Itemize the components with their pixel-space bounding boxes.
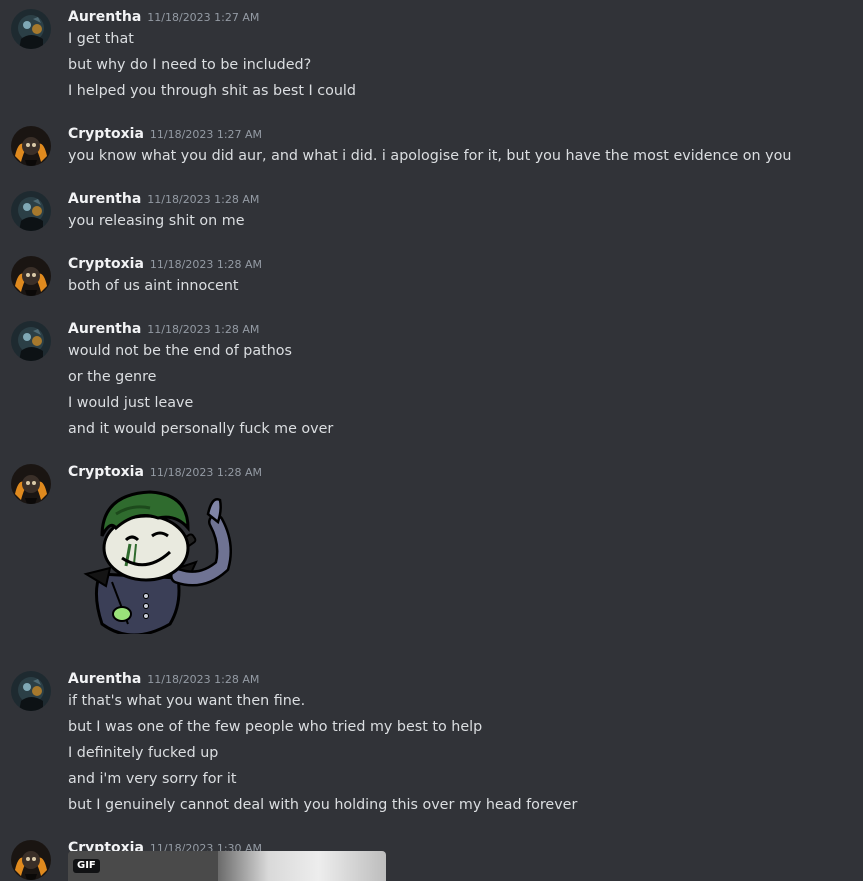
- timestamp: 11/18/2023 1:28 AM: [147, 673, 260, 686]
- avatar-cryptoxia[interactable]: [11, 464, 51, 504]
- avatar-image: [11, 840, 51, 880]
- avatar-image: [11, 9, 51, 49]
- message-text: and it would personally fuck me over: [68, 421, 334, 437]
- username[interactable]: Aurentha: [68, 9, 141, 25]
- avatar-image: [11, 256, 51, 296]
- joker-sticker-image: [83, 490, 232, 637]
- timestamp: 11/18/2023 1:28 AM: [147, 323, 260, 336]
- message-text: or the genre: [68, 369, 157, 385]
- chat-message-list: Aurentha 11/18/2023 1:27 AM I get that bu…: [0, 0, 863, 881]
- avatar-aurentha[interactable]: [11, 9, 51, 49]
- gif-preview: [218, 851, 386, 881]
- message-text: would not be the end of pathos: [68, 343, 292, 359]
- avatar-cryptoxia[interactable]: [11, 256, 51, 296]
- message-text: I helped you through shit as best I coul…: [68, 83, 356, 99]
- avatar-image: [11, 671, 51, 711]
- avatar-aurentha[interactable]: [11, 321, 51, 361]
- message-text: and i'm very sorry for it: [68, 771, 237, 787]
- username[interactable]: Cryptoxia: [68, 256, 144, 272]
- message-text: both of us aint innocent: [68, 278, 239, 294]
- avatar-cryptoxia[interactable]: [11, 126, 51, 166]
- message-text: but why do I need to be included?: [68, 57, 312, 73]
- message-text: you releasing shit on me: [68, 213, 245, 229]
- avatar-aurentha[interactable]: [11, 671, 51, 711]
- message-header: Aurentha 11/18/2023 1:28 AM: [68, 188, 259, 210]
- gif-embed[interactable]: GIF: [68, 851, 386, 881]
- message-text: if that's what you want then fine.: [68, 693, 306, 709]
- message-header: Cryptoxia 11/18/2023 1:27 AM: [68, 123, 262, 145]
- message-header: Aurentha 11/18/2023 1:27 AM: [68, 6, 259, 28]
- avatar-image: [11, 191, 51, 231]
- message-text: but I genuinely cannot deal with you hol…: [68, 797, 578, 813]
- timestamp: 11/18/2023 1:28 AM: [149, 258, 263, 271]
- gif-badge: GIF: [73, 859, 100, 873]
- timestamp: 11/18/2023 1:27 AM: [147, 11, 260, 24]
- username[interactable]: Cryptoxia: [68, 126, 144, 142]
- message-text: but I was one of the few people who trie…: [68, 719, 483, 735]
- message-text: I get that: [68, 31, 134, 47]
- message-header: Aurentha 11/18/2023 1:28 AM: [68, 668, 259, 690]
- message-text: I would just leave: [68, 395, 194, 411]
- message-header: Cryptoxia 11/18/2023 1:28 AM: [68, 253, 262, 275]
- avatar-aurentha[interactable]: [11, 191, 51, 231]
- avatar-cryptoxia[interactable]: [11, 840, 51, 880]
- timestamp: 11/18/2023 1:27 AM: [149, 128, 263, 141]
- username[interactable]: Aurentha: [68, 321, 141, 337]
- joker-sticker[interactable]: [72, 474, 232, 637]
- avatar-image: [11, 464, 51, 504]
- username[interactable]: Aurentha: [68, 191, 141, 207]
- message-header: Aurentha 11/18/2023 1:28 AM: [68, 318, 259, 340]
- message-text: I definitely fucked up: [68, 745, 219, 761]
- username[interactable]: Aurentha: [68, 671, 141, 687]
- avatar-image: [11, 126, 51, 166]
- message-text: you know what you did aur, and what i di…: [68, 148, 792, 164]
- avatar-image: [11, 321, 51, 361]
- timestamp: 11/18/2023 1:28 AM: [147, 193, 260, 206]
